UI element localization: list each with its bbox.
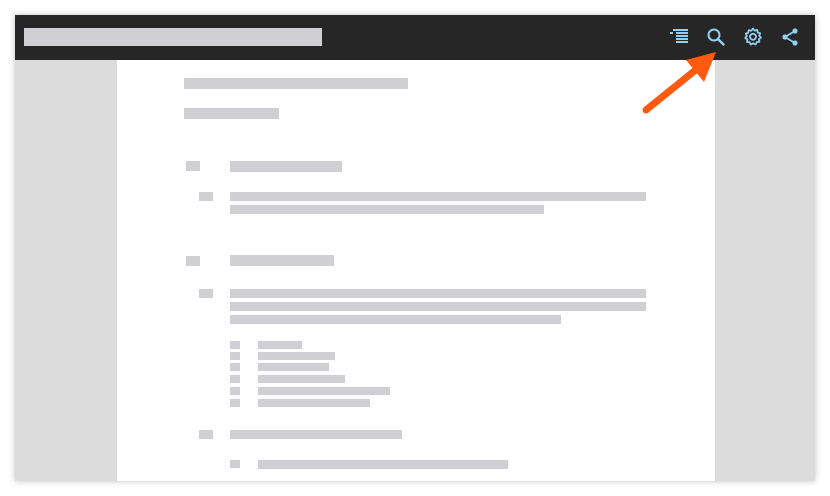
table-of-contents-icon[interactable] [668,25,692,49]
top-toolbar [15,15,815,60]
doc-title-placeholder [184,78,408,89]
list-bullet-placeholder [230,460,240,468]
document-page [117,60,715,481]
paragraph-line-placeholder [230,315,561,324]
list-item-placeholder [258,363,329,371]
section-number-placeholder [186,161,200,171]
list-bullet-placeholder [230,363,240,371]
list-item-placeholder [258,352,335,360]
list-item-placeholder [258,341,302,349]
list-bullet-placeholder [230,387,240,395]
list-item-placeholder [258,399,370,407]
paragraph-line-placeholder [230,192,646,201]
subsection-heading-placeholder [230,430,402,439]
list-bullet-placeholder [230,341,240,349]
share-icon[interactable] [778,25,802,49]
search-icon[interactable] [704,25,728,49]
viewer-window [15,15,815,481]
paragraph-line-placeholder [230,289,646,298]
list-item-placeholder [258,460,508,469]
settings-gear-icon[interactable] [741,25,765,49]
subsection-number-placeholder [199,289,213,298]
section-number-placeholder [186,256,200,266]
subsection-number-placeholder [199,192,213,201]
list-item-placeholder [258,375,345,383]
doc-subtitle-placeholder [184,108,279,119]
section-heading-placeholder [230,161,342,172]
list-item-placeholder [258,387,390,395]
subsection-number-placeholder [199,430,213,439]
section-heading-placeholder [230,255,334,266]
paragraph-line-placeholder [230,302,646,311]
paragraph-line-placeholder [230,205,544,214]
list-bullet-placeholder [230,375,240,383]
list-bullet-placeholder [230,352,240,360]
document-title-placeholder [24,28,322,46]
list-bullet-placeholder [230,399,240,407]
